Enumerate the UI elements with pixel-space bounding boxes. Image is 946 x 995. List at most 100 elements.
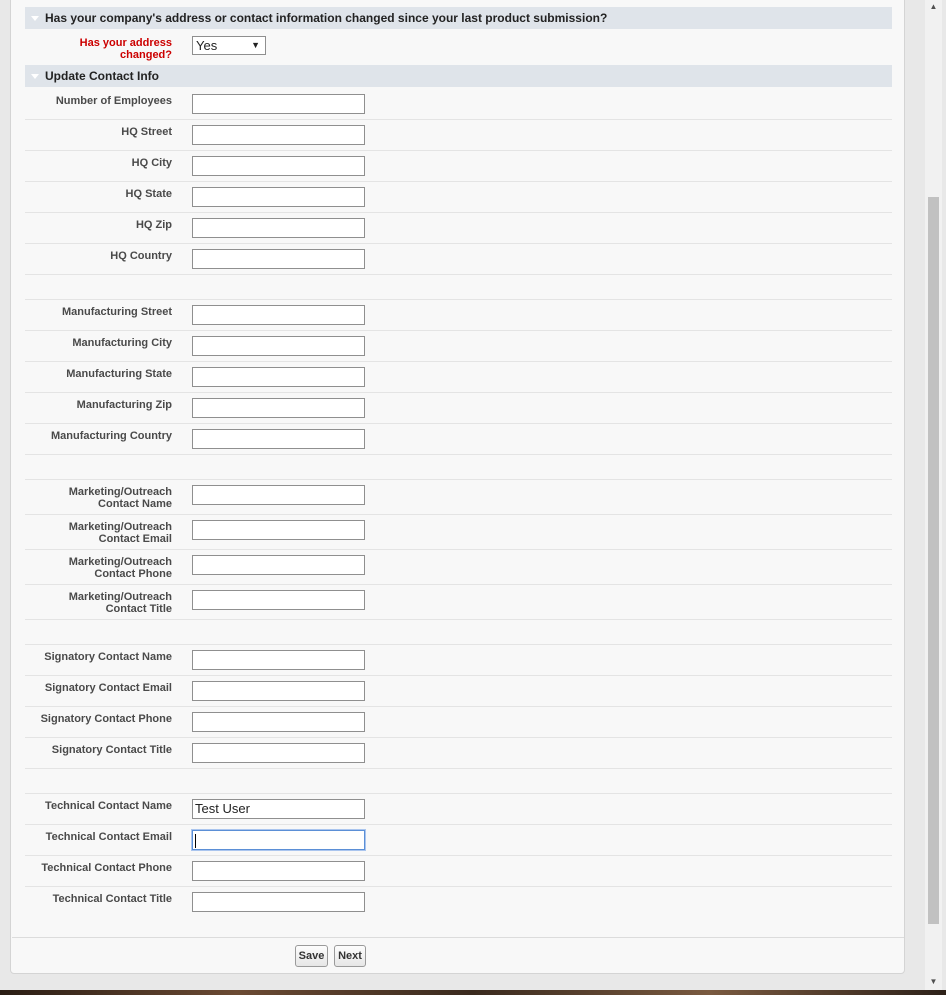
field-label: HQ State [125,188,172,200]
field-row-mfg-state: Manufacturing State [25,362,892,393]
field-label: Marketing/Outreach Contact Title [12,591,172,615]
sig-contact-phone-input[interactable] [192,712,365,732]
scrollbar-thumb[interactable] [928,197,939,924]
hq-country-input[interactable] [192,249,365,269]
save-button[interactable]: Save [295,945,328,967]
field-row-sig-phone: Signatory Contact Phone [25,707,892,738]
field-label: HQ City [131,157,172,169]
tech-contact-email-input[interactable] [192,830,365,850]
address-changed-select[interactable]: Yes ▼ [192,36,266,55]
field-label: Marketing/Outreach Contact Name [12,486,172,510]
caret-down-icon: ▼ [251,40,260,50]
label-line: changed? [120,49,172,61]
label-line: Marketing/Outreach [68,556,172,568]
vertical-scrollbar[interactable]: ▲ ▼ [925,0,942,990]
field-label: Marketing/Outreach Contact Email [12,521,172,545]
field-label: Technical Contact Email [45,831,172,843]
background-strip [0,990,946,995]
field-label: Manufacturing City [72,337,172,349]
label-line: Marketing/Outreach [68,486,172,498]
spacer-row [25,620,892,645]
spacer-row [25,275,892,300]
tech-contact-name-input[interactable]: Test User [192,799,365,819]
scroll-down-icon[interactable]: ▼ [925,977,942,986]
label-line: Contact Title [105,603,172,615]
section-header-address-changed[interactable]: Has your company's address or contact in… [25,7,892,29]
label-line: Contact Email [98,533,172,545]
field-row-hq-country: HQ Country [25,244,892,275]
mfg-street-input[interactable] [192,305,365,325]
field-label: Technical Contact Title [52,893,172,905]
label-line: Marketing/Outreach [68,521,172,533]
field-row-sig-email: Signatory Contact Email [25,676,892,707]
spacer-row [25,455,892,480]
field-row-tech-title: Technical Contact Title [25,887,892,918]
field-row-sig-name: Signatory Contact Name [25,645,892,676]
hq-street-input[interactable] [192,125,365,145]
mkt-contact-phone-input[interactable] [192,555,365,575]
field-row-hq-street: HQ Street [25,120,892,151]
field-label: Technical Contact Name [45,800,172,812]
scroll-up-icon[interactable]: ▲ [925,2,942,11]
hq-state-input[interactable] [192,187,365,207]
field-label: Marketing/Outreach Contact Phone [12,556,172,580]
field-row-mfg-country: Manufacturing Country [25,424,892,455]
label-line: Contact Name [98,498,172,510]
field-row-mfg-zip: Manufacturing Zip [25,393,892,424]
sig-contact-name-input[interactable] [192,650,365,670]
mkt-contact-email-input[interactable] [192,520,365,540]
field-row-mkt-title: Marketing/Outreach Contact Title [25,585,892,620]
field-row-tech-phone: Technical Contact Phone [25,856,892,887]
mkt-contact-title-input[interactable] [192,590,365,610]
field-row-tech-email: Technical Contact Email [25,825,892,856]
field-label: Signatory Contact Email [44,682,172,694]
field-row-mkt-phone: Marketing/Outreach Contact Phone [25,550,892,585]
field-label: HQ Street [121,126,172,138]
field-row-sig-title: Signatory Contact Title [25,738,892,769]
label-line: Marketing/Outreach [68,591,172,603]
field-label: Technical Contact Phone [41,862,172,874]
text-caret [195,833,196,848]
field-label: Manufacturing Country [51,430,172,442]
sig-contact-title-input[interactable] [192,743,365,763]
mfg-country-input[interactable] [192,429,365,449]
field-label: Signatory Contact Phone [40,713,172,725]
field-row-mkt-name: Marketing/Outreach Contact Name [25,480,892,515]
tech-contact-phone-input[interactable] [192,861,365,881]
mkt-contact-name-input[interactable] [192,485,365,505]
label-line: Has your address [79,37,172,49]
num-employees-input[interactable] [192,94,365,114]
section-header-update-contact[interactable]: Update Contact Info [25,65,892,87]
tech-contact-title-input[interactable] [192,892,365,912]
label-line: Contact Phone [94,568,172,580]
field-row-tech-name: Technical Contact Name Test User [25,794,892,825]
next-button[interactable]: Next [334,945,366,967]
field-label: Number of Employees [55,95,172,107]
mfg-city-input[interactable] [192,336,365,356]
field-row-num-employees: Number of Employees [25,89,892,120]
section-title: Has your company's address or contact in… [45,11,608,25]
triangle-down-icon[interactable] [31,73,39,79]
field-label: Signatory Contact Name [44,651,172,663]
hq-city-input[interactable] [192,156,365,176]
section-title: Update Contact Info [45,69,159,83]
mfg-zip-input[interactable] [192,398,365,418]
field-label: Manufacturing Street [61,306,172,318]
address-changed-label: Has your address changed? [12,37,172,61]
field-label: HQ Zip [135,219,172,231]
field-row-mfg-city: Manufacturing City [25,331,892,362]
field-label: Manufacturing Zip [76,399,172,411]
footer-divider [12,937,904,938]
field-row-mfg-street: Manufacturing Street [25,300,892,331]
field-label: HQ Country [110,250,172,262]
field-row-hq-state: HQ State [25,182,892,213]
field-row-hq-city: HQ City [25,151,892,182]
spacer-row [25,769,892,794]
hq-zip-input[interactable] [192,218,365,238]
address-changed-row: Has your address changed? Yes ▼ [25,31,892,63]
field-row-hq-zip: HQ Zip [25,213,892,244]
field-label: Signatory Contact Title [51,744,172,756]
mfg-state-input[interactable] [192,367,365,387]
triangle-down-icon[interactable] [31,15,39,21]
sig-contact-email-input[interactable] [192,681,365,701]
